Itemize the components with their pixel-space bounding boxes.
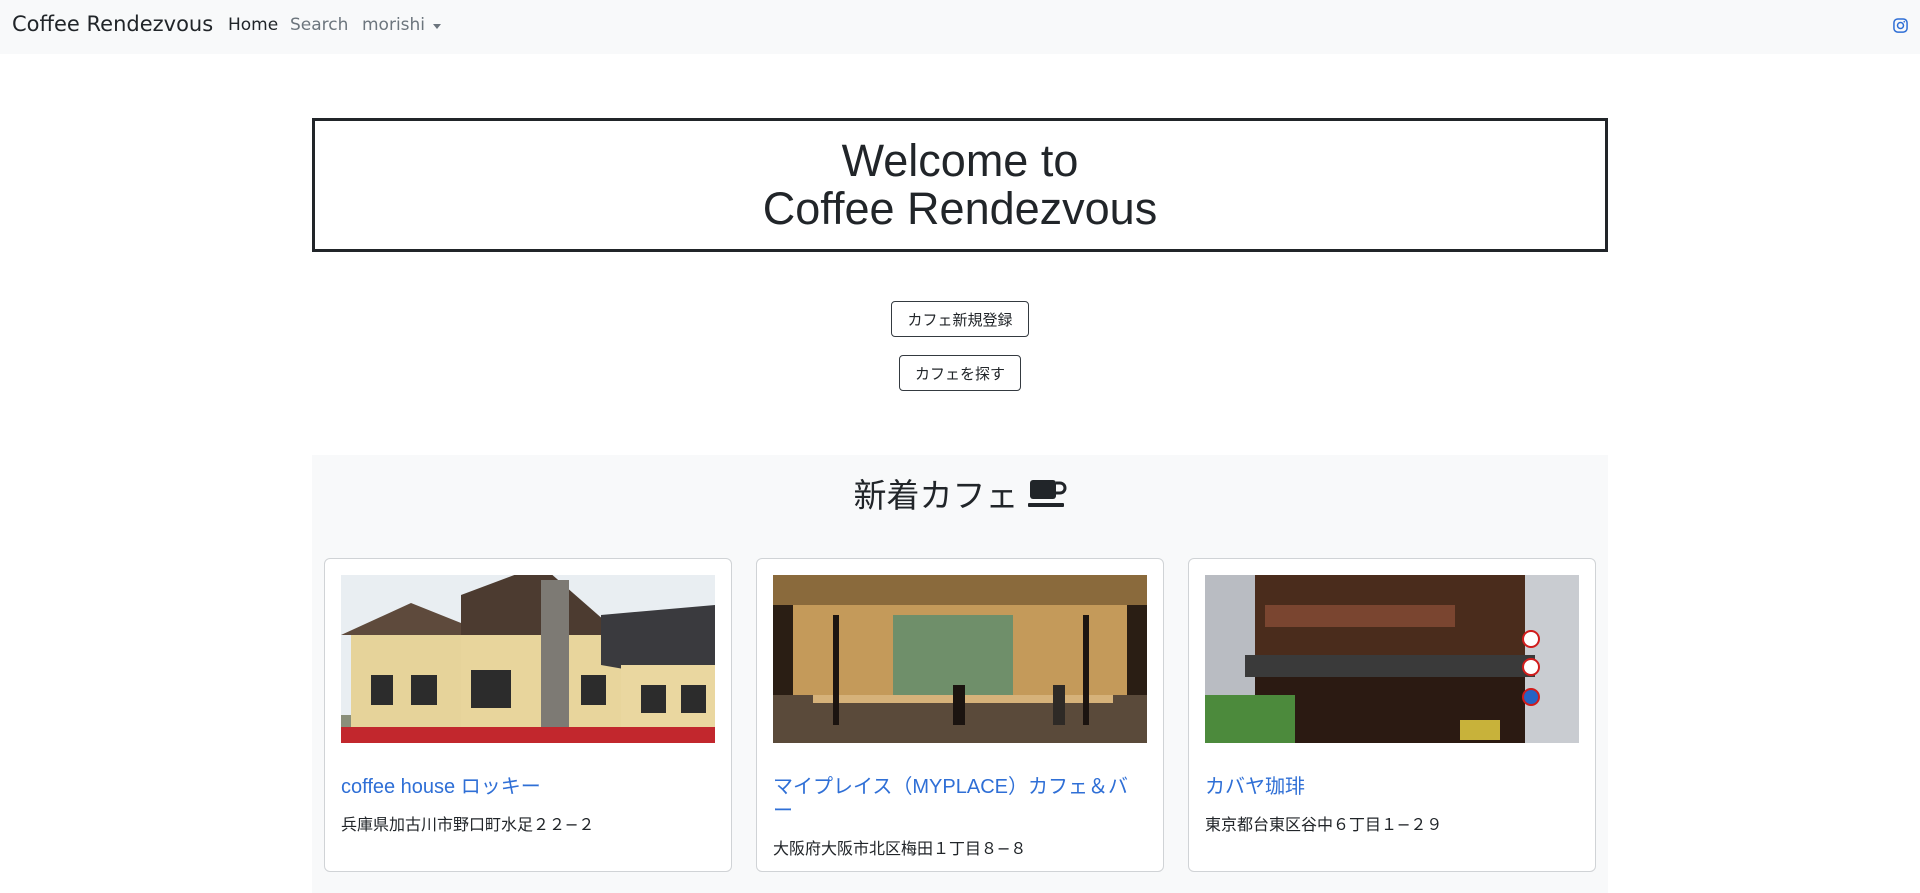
cafe-image[interactable] [341, 575, 715, 743]
cafe-card: カバヤ珈琲 東京都台東区谷中６丁目１−２９ [1188, 558, 1596, 872]
caret-down-icon [433, 23, 442, 29]
cafe-address: 大阪府大阪市北区梅田１丁目８−８ [773, 839, 1027, 858]
cafe-image[interactable] [1205, 575, 1579, 743]
new-cafes-section: 新着カフェ coffee house ロッキー 兵庫県加古川市野口町水足２２−２… [312, 455, 1608, 893]
brand-link[interactable]: Coffee Rendezvous [12, 12, 213, 36]
nav-search[interactable]: Search [290, 15, 348, 35]
cafe-name-link[interactable]: マイプレイス（MYPLACE）カフェ＆バー [773, 775, 1147, 823]
section-title: 新着カフェ [312, 469, 1608, 517]
instagram-icon[interactable] [1893, 18, 1908, 33]
cafe-name-link[interactable]: カバヤ珈琲 [1205, 775, 1579, 799]
cafe-card: マイプレイス（MYPLACE）カフェ＆バー 大阪府大阪市北区梅田１丁目８−８ [756, 558, 1164, 872]
navbar: Coffee Rendezvous Home Search morishi [0, 0, 1920, 54]
register-cafe-button[interactable]: カフェ新規登録 [891, 301, 1029, 337]
coffee-cup-icon [1027, 480, 1066, 507]
cafe-address: 兵庫県加古川市野口町水足２２−２ [341, 815, 595, 834]
nav-home[interactable]: Home [228, 15, 278, 35]
user-name: morishi [362, 15, 426, 35]
welcome-banner: Welcome to Coffee Rendezvous [312, 118, 1608, 252]
cafe-card: coffee house ロッキー 兵庫県加古川市野口町水足２２−２ [324, 558, 732, 872]
cafe-name-link[interactable]: coffee house ロッキー [341, 775, 715, 799]
welcome-line-2: Coffee Rendezvous [762, 183, 1158, 234]
welcome-line-1: Welcome to [841, 135, 1079, 186]
cafe-address: 東京都台東区谷中６丁目１−２９ [1205, 815, 1443, 834]
new-cafes-heading: 新着カフェ [853, 476, 1019, 515]
user-dropdown[interactable]: morishi [362, 15, 442, 35]
cafe-image[interactable] [773, 575, 1147, 743]
find-cafe-button[interactable]: カフェを探す [899, 355, 1021, 391]
